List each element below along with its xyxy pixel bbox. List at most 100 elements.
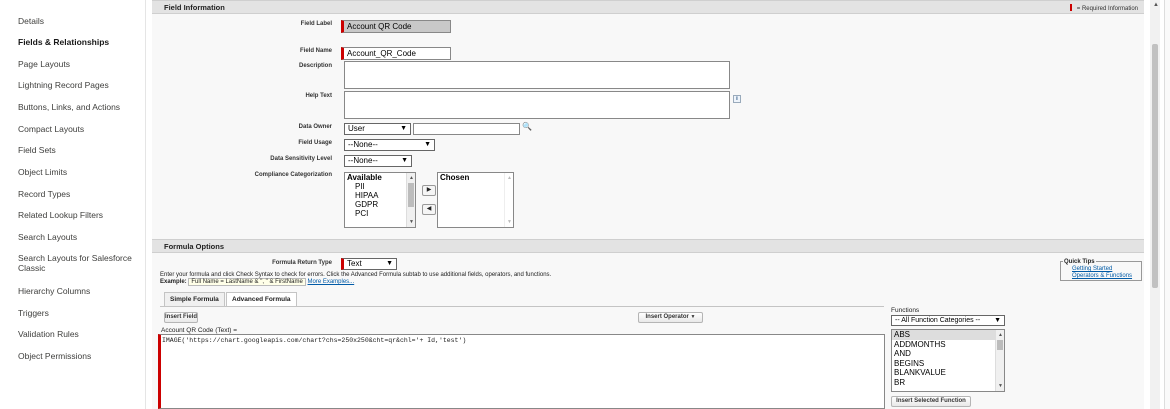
- setup-sidebar: Details Fields & Relationships Page Layo…: [0, 0, 146, 409]
- list-item[interactable]: AND: [892, 349, 1004, 359]
- chevron-down-icon: ▼: [690, 314, 696, 320]
- list-item[interactable]: PCI: [345, 209, 415, 218]
- insert-selected-function-button[interactable]: Insert Selected Function: [891, 396, 971, 407]
- data-owner-lookup-input[interactable]: [413, 123, 520, 135]
- required-marker: [1069, 4, 1072, 11]
- tab-divider: [160, 306, 884, 307]
- function-scrollbar[interactable]: ▲ ▼: [995, 330, 1004, 391]
- scroll-thumb[interactable]: [408, 183, 414, 207]
- scroll-thumb[interactable]: [1152, 44, 1158, 288]
- field-usage-value: --None--: [348, 140, 378, 149]
- function-listbox[interactable]: ABS ADDMONTHS AND BEGINS BLANKVALUE BR ▲…: [891, 329, 1005, 392]
- sidebar-item-compact-layouts[interactable]: Compact Layouts: [18, 124, 84, 134]
- data-owner-type-value: User: [348, 124, 365, 133]
- available-scrollbar[interactable]: ▲ ▼: [406, 173, 415, 227]
- quick-tips-box: Quick Tips Getting Started Operators & F…: [1060, 259, 1142, 281]
- sidebar-item-field-sets[interactable]: Field Sets: [18, 145, 56, 155]
- list-item-selected[interactable]: ABS: [892, 330, 1004, 340]
- scroll-down-icon: ▼: [998, 383, 1003, 389]
- data-owner-label: Data Owner: [298, 124, 332, 130]
- more-examples-link[interactable]: More Examples...: [308, 279, 355, 285]
- list-item[interactable]: HIPAA: [345, 191, 415, 200]
- required-legend-text: = Required Information: [1076, 6, 1138, 12]
- chevron-down-icon: ▼: [400, 125, 407, 132]
- list-item[interactable]: ADDMONTHS: [892, 340, 1004, 350]
- field-usage-label: Field Usage: [298, 140, 332, 146]
- sidebar-item-page-layouts[interactable]: Page Layouts: [18, 59, 70, 69]
- sidebar-item-details[interactable]: Details: [18, 16, 44, 26]
- field-name-input[interactable]: Account_QR_Code: [341, 47, 451, 60]
- data-owner-type-select[interactable]: User ▼: [344, 123, 411, 135]
- remove-button[interactable]: ◀: [422, 204, 436, 215]
- tab-advanced-formula[interactable]: Advanced Formula: [226, 292, 297, 306]
- scroll-down-icon: ▼: [507, 219, 512, 225]
- scroll-up-icon: ▲: [998, 332, 1003, 338]
- sidebar-item-related-lookup-filters[interactable]: Related Lookup Filters: [18, 210, 103, 220]
- field-information-header: Field Information = Required Information: [152, 0, 1144, 14]
- formula-options-header: Formula Options: [152, 239, 1144, 253]
- getting-started-link[interactable]: Getting Started: [1072, 266, 1112, 272]
- list-item[interactable]: PII: [345, 182, 415, 191]
- add-button[interactable]: ▶: [422, 185, 436, 196]
- sidebar-item-buttons-links-actions[interactable]: Buttons, Links, and Actions: [18, 102, 120, 112]
- data-sensitivity-label: Data Sensitivity Level: [270, 156, 332, 162]
- sidebar-item-object-permissions[interactable]: Object Permissions: [18, 351, 91, 361]
- chevron-down-icon: ▼: [401, 157, 408, 164]
- formula-editor[interactable]: IMAGE('https://chart.googleapis.com/char…: [158, 334, 885, 409]
- lookup-icon[interactable]: 🔍: [522, 122, 532, 131]
- sidebar-item-triggers[interactable]: Triggers: [18, 308, 49, 318]
- sidebar-item-lightning-record-pages[interactable]: Lightning Record Pages: [18, 80, 109, 90]
- return-type-select[interactable]: Text ▼: [341, 258, 397, 270]
- return-type-value: Text: [347, 259, 362, 268]
- list-item[interactable]: GDPR: [345, 200, 415, 209]
- info-icon[interactable]: i: [733, 95, 741, 103]
- chosen-scrollbar[interactable]: ▲ ▼: [504, 173, 513, 227]
- required-legend: = Required Information: [1069, 4, 1138, 12]
- return-type-label: Formula Return Type: [272, 260, 332, 266]
- data-sensitivity-select[interactable]: --None-- ▼: [344, 155, 412, 167]
- scroll-up-icon: ▲: [507, 175, 512, 181]
- description-label: Description: [298, 63, 332, 69]
- field-label-input[interactable]: Account QR Code: [341, 20, 451, 33]
- chosen-listbox[interactable]: Chosen ▲ ▼: [437, 172, 514, 228]
- insert-operator-button[interactable]: Insert Operator ▼: [638, 312, 703, 323]
- insert-operator-label: Insert Operator: [645, 314, 689, 320]
- scroll-up-icon: ▲: [409, 175, 414, 181]
- field-usage-select[interactable]: --None-- ▼: [344, 139, 435, 151]
- sidebar-item-hierarchy-columns[interactable]: Hierarchy Columns: [18, 286, 90, 296]
- list-item[interactable]: BR: [892, 378, 1004, 388]
- scroll-down-icon: ▼: [409, 219, 414, 225]
- sidebar-item-fields-relationships[interactable]: Fields & Relationships: [18, 37, 109, 47]
- section-title: Formula Options: [164, 242, 224, 251]
- list-item[interactable]: BEGINS: [892, 359, 1004, 369]
- page-scrollbar[interactable]: ▲: [1150, 0, 1160, 409]
- functions-label: Functions: [891, 307, 920, 314]
- help-text-textarea[interactable]: [344, 91, 730, 119]
- help-text-label: Help Text: [305, 93, 332, 99]
- sidebar-item-object-limits[interactable]: Object Limits: [18, 167, 67, 177]
- chevron-down-icon: ▼: [386, 260, 393, 267]
- function-category-select[interactable]: -- All Function Categories -- ▼: [891, 315, 1005, 326]
- field-label-label: Field Label: [300, 21, 332, 27]
- scroll-thumb[interactable]: [997, 340, 1003, 350]
- sidebar-item-record-types[interactable]: Record Types: [18, 189, 70, 199]
- insert-field-button[interactable]: Insert Field: [164, 312, 198, 323]
- example-label: Example:: [160, 279, 187, 285]
- list-item[interactable]: BLANKVALUE: [892, 368, 1004, 378]
- tab-simple-formula[interactable]: Simple Formula: [164, 292, 225, 306]
- operators-functions-link[interactable]: Operators & Functions: [1072, 273, 1132, 279]
- description-textarea[interactable]: [344, 61, 730, 89]
- scroll-up-icon: ▲: [1153, 2, 1159, 8]
- compliance-label: Compliance Categorization: [254, 172, 332, 178]
- window-edge: [1164, 0, 1170, 409]
- quick-tips-title: Quick Tips: [1063, 259, 1096, 265]
- sidebar-item-search-layouts[interactable]: Search Layouts: [18, 232, 77, 242]
- sidebar-item-validation-rules[interactable]: Validation Rules: [18, 329, 79, 339]
- example-code: Full Name = LastName & ", " & FirstName: [188, 278, 306, 286]
- available-header: Available: [347, 173, 382, 182]
- chosen-header: Chosen: [440, 173, 470, 182]
- sidebar-item-search-layouts-classic[interactable]: Search Layouts for Salesforce Classic: [18, 253, 138, 273]
- available-listbox[interactable]: Available PII HIPAA GDPR PCI ▲ ▼: [344, 172, 416, 228]
- formula-editor-text: IMAGE('https://chart.googleapis.com/char…: [162, 337, 467, 344]
- field-name-label: Field Name: [299, 48, 332, 54]
